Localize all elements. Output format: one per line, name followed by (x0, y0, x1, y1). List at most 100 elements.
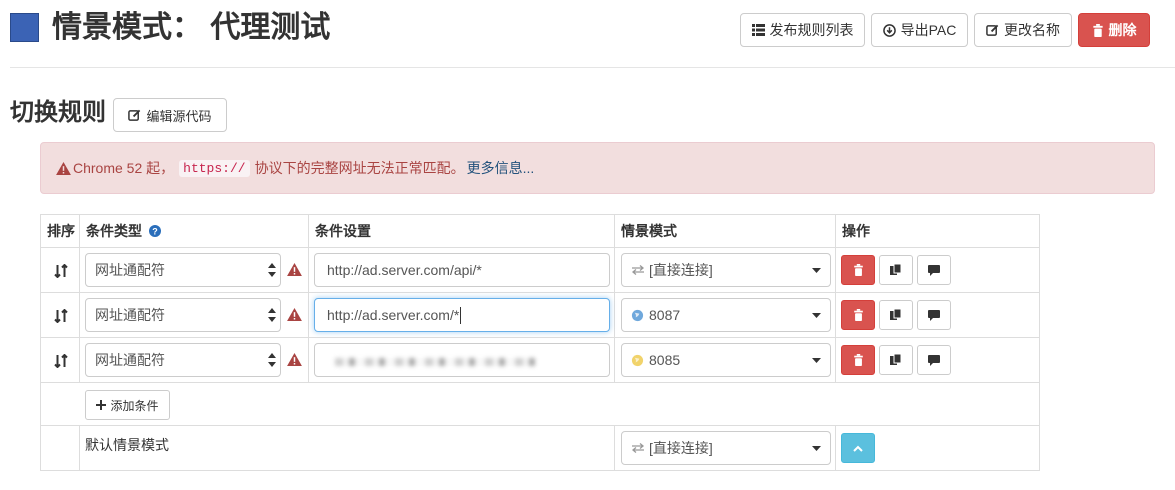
page-title: 情景模式： 代理测试 (52, 11, 331, 44)
export-pac-button[interactable]: 导出PAC (871, 13, 968, 47)
chevron-down-icon (812, 358, 821, 363)
condition-input[interactable] (314, 343, 610, 377)
download-circle-icon (882, 23, 896, 37)
chevron-down-icon (812, 313, 821, 318)
profile-select[interactable]: 8085 (621, 343, 831, 377)
header-divider (10, 67, 1175, 68)
delete-profile-label: 删除 (1108, 22, 1137, 38)
copy-icon (890, 309, 902, 320)
condition-type-select[interactable]: 网址通配符 (85, 343, 281, 377)
select-updown-icon (268, 353, 276, 367)
profile-select[interactable]: [直接连接] (621, 253, 831, 287)
condition-input[interactable]: http://ad.server.com/api/* (314, 253, 610, 287)
direct-arrows-icon (631, 265, 645, 275)
col-divider (79, 425, 80, 470)
svg-text:?: ? (152, 227, 158, 237)
publish-rules-label: 发布规则列表 (769, 22, 854, 38)
delete-rule-button[interactable] (841, 255, 875, 285)
condition-value: http://ad.server.com/* (327, 307, 460, 323)
select-updown-icon (268, 308, 276, 322)
warning-triangle-icon (56, 161, 71, 175)
condition-type-value: 网址通配符 (95, 352, 165, 368)
chevron-down-icon (812, 268, 821, 273)
direct-arrows-icon (631, 443, 645, 453)
sort-arrows-icon (53, 308, 68, 323)
alert-prefix: Chrome 52 起， (73, 160, 175, 176)
default-profile-label: 默认情景模式 (85, 437, 169, 453)
condition-type-select[interactable]: 网址通配符 (85, 253, 281, 287)
clone-rule-button[interactable] (879, 345, 913, 375)
more-info-link[interactable]: 更多信息... (467, 158, 535, 178)
list-icon (751, 24, 765, 36)
sort-handle[interactable] (41, 338, 80, 383)
condition-type-select[interactable]: 网址通配符 (85, 298, 281, 332)
profile-value: [直接连接] (649, 262, 713, 278)
column-header-profile: 情景模式 (621, 223, 677, 239)
trash-icon (853, 264, 863, 276)
row-divider (41, 337, 1039, 338)
trash-icon (1092, 23, 1103, 37)
delete-profile-button[interactable]: 删除 (1078, 13, 1150, 47)
profile-color-swatch (10, 13, 39, 42)
condition-type-value: 网址通配符 (95, 262, 165, 278)
col-divider (835, 425, 836, 470)
https-warning-alert: Chrome 52 起， https:// 协议下的完整网址无法正常匹配。 更多… (40, 142, 1155, 194)
warning-icon (287, 308, 302, 321)
copy-icon (890, 264, 902, 275)
rename-button[interactable]: 更改名称 (974, 13, 1072, 47)
section-title: 切换规则 (10, 99, 106, 126)
profile-value: 8085 (649, 352, 681, 368)
column-header-condition-type: 条件类型 ? (80, 215, 161, 247)
row-divider (41, 425, 1039, 426)
sort-handle[interactable] (41, 248, 80, 293)
profile-value: 8087 (649, 307, 681, 323)
copy-icon (890, 354, 902, 365)
row-divider (41, 247, 1039, 248)
col-divider (614, 425, 615, 470)
condition-input[interactable]: http://ad.server.com/* (314, 298, 610, 332)
rules-table: 排序 条件类型 ? 条件设置 情景模式 操作 网址通配符 http://ad.s… (40, 214, 1040, 471)
delete-rule-button[interactable] (841, 300, 875, 330)
clone-rule-button[interactable] (879, 300, 913, 330)
trash-icon (853, 309, 863, 321)
comment-icon (928, 264, 940, 276)
publish-rules-button[interactable]: 发布规则列表 (740, 13, 865, 47)
globe-icon (631, 354, 644, 366)
comment-icon (928, 354, 940, 366)
redacted-text (335, 358, 535, 366)
scroll-up-button[interactable] (841, 433, 875, 463)
help-icon[interactable]: ? (148, 225, 161, 237)
column-header-actions: 操作 (842, 223, 870, 239)
warning-icon (287, 353, 302, 366)
column-header-condition: 条件设置 (315, 223, 371, 239)
row-divider (41, 382, 1039, 383)
sort-handle[interactable] (41, 293, 80, 338)
sort-arrows-icon (53, 263, 68, 278)
edit-source-button[interactable]: 编辑源代码 (113, 98, 227, 132)
condition-type-value: 网址通配符 (95, 307, 165, 323)
comment-rule-button[interactable] (917, 255, 951, 285)
row-divider (41, 292, 1039, 293)
add-condition-button[interactable]: 添加条件 (85, 390, 170, 420)
condition-type-label: 条件类型 (86, 223, 142, 239)
export-pac-label: 导出PAC (900, 22, 957, 38)
comment-icon (928, 309, 940, 321)
chevron-down-icon (812, 446, 821, 451)
globe-icon (631, 309, 644, 321)
comment-rule-button[interactable] (917, 300, 951, 330)
select-updown-icon (268, 263, 276, 277)
alert-code: https:// (179, 159, 250, 177)
alert-suffix: 协议下的完整网址无法正常匹配。 (254, 160, 465, 176)
chevron-up-icon (853, 445, 863, 452)
add-condition-label: 添加条件 (110, 398, 159, 413)
clone-rule-button[interactable] (879, 255, 913, 285)
profile-select[interactable]: 8087 (621, 298, 831, 332)
delete-rule-button[interactable] (841, 345, 875, 375)
edit-source-label: 编辑源代码 (146, 108, 212, 124)
rename-label: 更改名称 (1004, 22, 1060, 38)
default-profile-select[interactable]: [直接连接] (621, 431, 831, 465)
comment-rule-button[interactable] (917, 345, 951, 375)
text-cursor (460, 306, 462, 324)
default-profile-value: [直接连接] (649, 440, 713, 456)
sort-arrows-icon (53, 353, 68, 368)
